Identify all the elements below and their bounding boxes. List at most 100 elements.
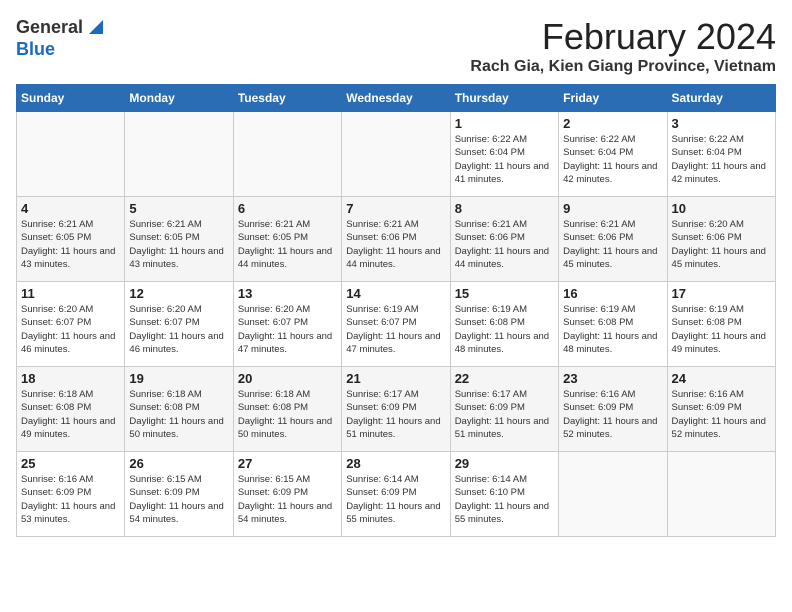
calendar-cell bbox=[559, 452, 667, 537]
logo-blue-text: Blue bbox=[16, 39, 55, 59]
day-detail: Sunrise: 6:16 AM Sunset: 6:09 PM Dayligh… bbox=[672, 388, 771, 441]
day-number: 16 bbox=[563, 286, 662, 301]
day-number: 14 bbox=[346, 286, 445, 301]
calendar-header-cell: Wednesday bbox=[342, 85, 450, 112]
calendar-header-cell: Tuesday bbox=[233, 85, 341, 112]
calendar-cell: 12 Sunrise: 6:20 AM Sunset: 6:07 PM Dayli… bbox=[125, 282, 233, 367]
day-number: 20 bbox=[238, 371, 337, 386]
day-detail: Sunrise: 6:21 AM Sunset: 6:05 PM Dayligh… bbox=[129, 218, 228, 271]
calendar-header-row: SundayMondayTuesdayWednesdayThursdayFrid… bbox=[17, 85, 776, 112]
calendar-cell: 5 Sunrise: 6:21 AM Sunset: 6:05 PM Daylig… bbox=[125, 197, 233, 282]
location-subtitle: Rach Gia, Kien Giang Province, Vietnam bbox=[470, 58, 776, 76]
day-number: 22 bbox=[455, 371, 554, 386]
day-number: 10 bbox=[672, 201, 771, 216]
calendar-cell: 15 Sunrise: 6:19 AM Sunset: 6:08 PM Dayli… bbox=[450, 282, 558, 367]
calendar-cell bbox=[125, 112, 233, 197]
logo-general-text: General bbox=[16, 17, 83, 38]
day-detail: Sunrise: 6:16 AM Sunset: 6:09 PM Dayligh… bbox=[563, 388, 662, 441]
day-number: 19 bbox=[129, 371, 228, 386]
calendar-week-row: 4 Sunrise: 6:21 AM Sunset: 6:05 PM Daylig… bbox=[17, 197, 776, 282]
calendar-cell: 19 Sunrise: 6:18 AM Sunset: 6:08 PM Dayli… bbox=[125, 367, 233, 452]
calendar-cell: 7Sunrise: 6:21 AM Sunset: 6:06 PM Daylig… bbox=[342, 197, 450, 282]
day-detail: Sunrise: 6:14 AM Sunset: 6:10 PM Dayligh… bbox=[455, 473, 554, 526]
day-detail: Sunrise: 6:21 AM Sunset: 6:06 PM Dayligh… bbox=[455, 218, 554, 271]
day-detail: Sunrise: 6:20 AM Sunset: 6:07 PM Dayligh… bbox=[238, 303, 337, 356]
calendar-week-row: 11 Sunrise: 6:20 AM Sunset: 6:07 PM Dayli… bbox=[17, 282, 776, 367]
day-detail: Sunrise: 6:21 AM Sunset: 6:06 PM Dayligh… bbox=[563, 218, 662, 271]
day-detail: Sunrise: 6:18 AM Sunset: 6:08 PM Dayligh… bbox=[129, 388, 228, 441]
calendar-week-row: 18 Sunrise: 6:18 AM Sunset: 6:08 PM Dayli… bbox=[17, 367, 776, 452]
day-number: 2 bbox=[563, 116, 662, 131]
day-detail: Sunrise: 6:21 AM Sunset: 6:05 PM Dayligh… bbox=[21, 218, 120, 271]
day-number: 5 bbox=[129, 201, 228, 216]
day-number: 12 bbox=[129, 286, 228, 301]
day-number: 4 bbox=[21, 201, 120, 216]
calendar-cell bbox=[342, 112, 450, 197]
calendar-cell: 25 Sunrise: 6:16 AM Sunset: 6:09 PM Dayli… bbox=[17, 452, 125, 537]
day-detail: Sunrise: 6:19 AM Sunset: 6:08 PM Dayligh… bbox=[563, 303, 662, 356]
logo-icon bbox=[85, 16, 103, 34]
day-number: 21 bbox=[346, 371, 445, 386]
day-number: 7 bbox=[346, 201, 445, 216]
day-detail: Sunrise: 6:14 AM Sunset: 6:09 PM Dayligh… bbox=[346, 473, 445, 526]
day-number: 29 bbox=[455, 456, 554, 471]
calendar-cell: 23 Sunrise: 6:16 AM Sunset: 6:09 PM Dayli… bbox=[559, 367, 667, 452]
day-detail: Sunrise: 6:19 AM Sunset: 6:08 PM Dayligh… bbox=[455, 303, 554, 356]
day-detail: Sunrise: 6:20 AM Sunset: 6:07 PM Dayligh… bbox=[21, 303, 120, 356]
day-number: 9 bbox=[563, 201, 662, 216]
day-detail: Sunrise: 6:19 AM Sunset: 6:07 PM Dayligh… bbox=[346, 303, 445, 356]
calendar-cell: 16 Sunrise: 6:19 AM Sunset: 6:08 PM Dayli… bbox=[559, 282, 667, 367]
page-header: General Blue February 2024 Rach Gia, Kie… bbox=[16, 16, 776, 76]
day-number: 24 bbox=[672, 371, 771, 386]
day-number: 23 bbox=[563, 371, 662, 386]
day-number: 18 bbox=[21, 371, 120, 386]
calendar-cell: 11 Sunrise: 6:20 AM Sunset: 6:07 PM Dayli… bbox=[17, 282, 125, 367]
calendar-cell: 10Sunrise: 6:20 AM Sunset: 6:06 PM Dayli… bbox=[667, 197, 775, 282]
title-section: February 2024 Rach Gia, Kien Giang Provi… bbox=[470, 16, 776, 76]
calendar-cell: 1 Sunrise: 6:22 AM Sunset: 6:04 PM Daylig… bbox=[450, 112, 558, 197]
day-detail: Sunrise: 6:22 AM Sunset: 6:04 PM Dayligh… bbox=[672, 133, 771, 186]
calendar-cell: 22 Sunrise: 6:17 AM Sunset: 6:09 PM Dayli… bbox=[450, 367, 558, 452]
day-detail: Sunrise: 6:17 AM Sunset: 6:09 PM Dayligh… bbox=[346, 388, 445, 441]
calendar-cell: 20 Sunrise: 6:18 AM Sunset: 6:08 PM Dayli… bbox=[233, 367, 341, 452]
calendar-cell: 17 Sunrise: 6:19 AM Sunset: 6:08 PM Dayli… bbox=[667, 282, 775, 367]
calendar-cell: 9 Sunrise: 6:21 AM Sunset: 6:06 PM Daylig… bbox=[559, 197, 667, 282]
day-number: 11 bbox=[21, 286, 120, 301]
calendar-cell bbox=[17, 112, 125, 197]
day-detail: Sunrise: 6:19 AM Sunset: 6:08 PM Dayligh… bbox=[672, 303, 771, 356]
calendar-header-cell: Sunday bbox=[17, 85, 125, 112]
day-number: 28 bbox=[346, 456, 445, 471]
calendar-cell bbox=[667, 452, 775, 537]
calendar-cell: 3 Sunrise: 6:22 AM Sunset: 6:04 PM Daylig… bbox=[667, 112, 775, 197]
day-detail: Sunrise: 6:16 AM Sunset: 6:09 PM Dayligh… bbox=[21, 473, 120, 526]
day-number: 13 bbox=[238, 286, 337, 301]
calendar-body: 1 Sunrise: 6:22 AM Sunset: 6:04 PM Daylig… bbox=[17, 112, 776, 537]
day-number: 3 bbox=[672, 116, 771, 131]
day-number: 25 bbox=[21, 456, 120, 471]
day-detail: Sunrise: 6:20 AM Sunset: 6:07 PM Dayligh… bbox=[129, 303, 228, 356]
calendar-cell: 27Sunrise: 6:15 AM Sunset: 6:09 PM Dayli… bbox=[233, 452, 341, 537]
calendar-week-row: 25 Sunrise: 6:16 AM Sunset: 6:09 PM Dayli… bbox=[17, 452, 776, 537]
calendar-cell: 13 Sunrise: 6:20 AM Sunset: 6:07 PM Dayli… bbox=[233, 282, 341, 367]
day-detail: Sunrise: 6:15 AM Sunset: 6:09 PM Dayligh… bbox=[129, 473, 228, 526]
calendar-table: SundayMondayTuesdayWednesdayThursdayFrid… bbox=[16, 84, 776, 537]
day-detail: Sunrise: 6:22 AM Sunset: 6:04 PM Dayligh… bbox=[563, 133, 662, 186]
calendar-cell: 24 Sunrise: 6:16 AM Sunset: 6:09 PM Dayli… bbox=[667, 367, 775, 452]
day-number: 17 bbox=[672, 286, 771, 301]
calendar-cell bbox=[233, 112, 341, 197]
day-number: 26 bbox=[129, 456, 228, 471]
calendar-header-cell: Saturday bbox=[667, 85, 775, 112]
calendar-header-cell: Thursday bbox=[450, 85, 558, 112]
day-number: 1 bbox=[455, 116, 554, 131]
day-detail: Sunrise: 6:21 AM Sunset: 6:05 PM Dayligh… bbox=[238, 218, 337, 271]
calendar-cell: 8Sunrise: 6:21 AM Sunset: 6:06 PM Daylig… bbox=[450, 197, 558, 282]
day-detail: Sunrise: 6:17 AM Sunset: 6:09 PM Dayligh… bbox=[455, 388, 554, 441]
calendar-cell: 18Sunrise: 6:18 AM Sunset: 6:08 PM Dayli… bbox=[17, 367, 125, 452]
calendar-cell: 14 Sunrise: 6:19 AM Sunset: 6:07 PM Dayli… bbox=[342, 282, 450, 367]
day-detail: Sunrise: 6:22 AM Sunset: 6:04 PM Dayligh… bbox=[455, 133, 554, 186]
day-number: 15 bbox=[455, 286, 554, 301]
day-detail: Sunrise: 6:18 AM Sunset: 6:08 PM Dayligh… bbox=[238, 388, 337, 441]
day-number: 27 bbox=[238, 456, 337, 471]
calendar-header-cell: Monday bbox=[125, 85, 233, 112]
calendar-week-row: 1 Sunrise: 6:22 AM Sunset: 6:04 PM Daylig… bbox=[17, 112, 776, 197]
